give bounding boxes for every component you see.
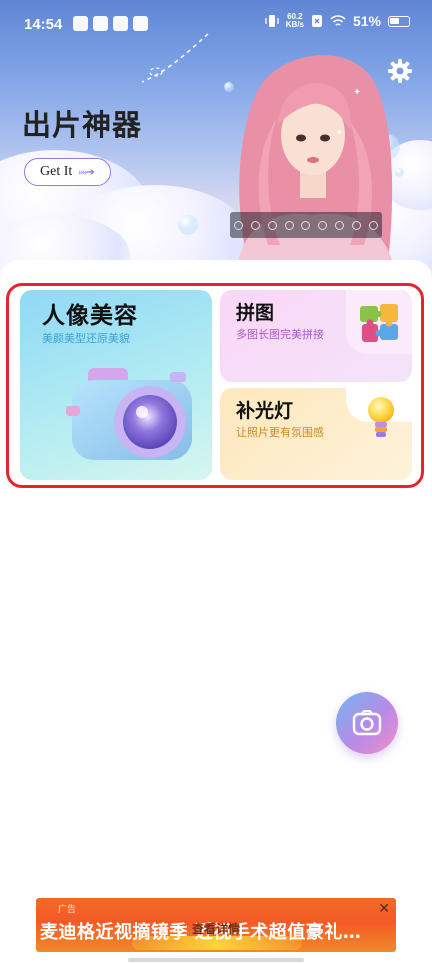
gear-icon[interactable]: [386, 57, 414, 85]
net-speed: 60.2 KB/s: [286, 13, 304, 29]
mail-icon: [113, 16, 128, 31]
battery-icon: [388, 15, 410, 27]
wifi-icon: [330, 14, 346, 26]
sim-icon: [311, 15, 322, 27]
battery-percent: 51%: [352, 13, 381, 29]
svg-text:✦: ✦: [336, 128, 343, 137]
vibrate-icon: [265, 15, 279, 27]
home-indicator: [128, 958, 304, 962]
editor-toolbar-preview: [230, 212, 382, 238]
get-it-button[interactable]: Get It »»➔: [24, 158, 111, 186]
hero-title: 出片神器: [22, 108, 143, 142]
app-notification-icon: [73, 16, 88, 31]
status-bar: 14:54 60.2 KB/s 51%: [0, 0, 432, 52]
get-it-label: Get It: [40, 164, 73, 179]
hero-banner[interactable]: ✦ ✦ 14:54 60.2 KB/s 51% 出片神器 Get It »»➔: [0, 0, 432, 282]
ad-tag: 广告: [58, 905, 77, 915]
status-indicators: 60.2 KB/s 51%: [265, 13, 410, 29]
ad-banner[interactable]: 广告 麦迪格近视摘镜季 近视手术超值豪礼… 查看详情 ✕: [36, 898, 396, 952]
close-icon[interactable]: ✕: [378, 901, 390, 917]
ad-cta-overlay[interactable]: 查看详情: [192, 920, 240, 937]
app-notification-icon: [133, 16, 148, 31]
tiktok-icon: [93, 16, 108, 31]
notification-icons: [73, 16, 148, 31]
svg-text:✦: ✦: [353, 87, 361, 98]
camera-fab[interactable]: [336, 692, 398, 754]
feature-highlight-frame: [6, 283, 424, 488]
net-speed-unit: KB/s: [285, 20, 304, 29]
status-time: 14:54: [24, 16, 63, 33]
arrow-right-icon: »»➔: [78, 166, 94, 178]
bubble-decoration: [178, 215, 198, 235]
camera-icon: [352, 710, 382, 736]
